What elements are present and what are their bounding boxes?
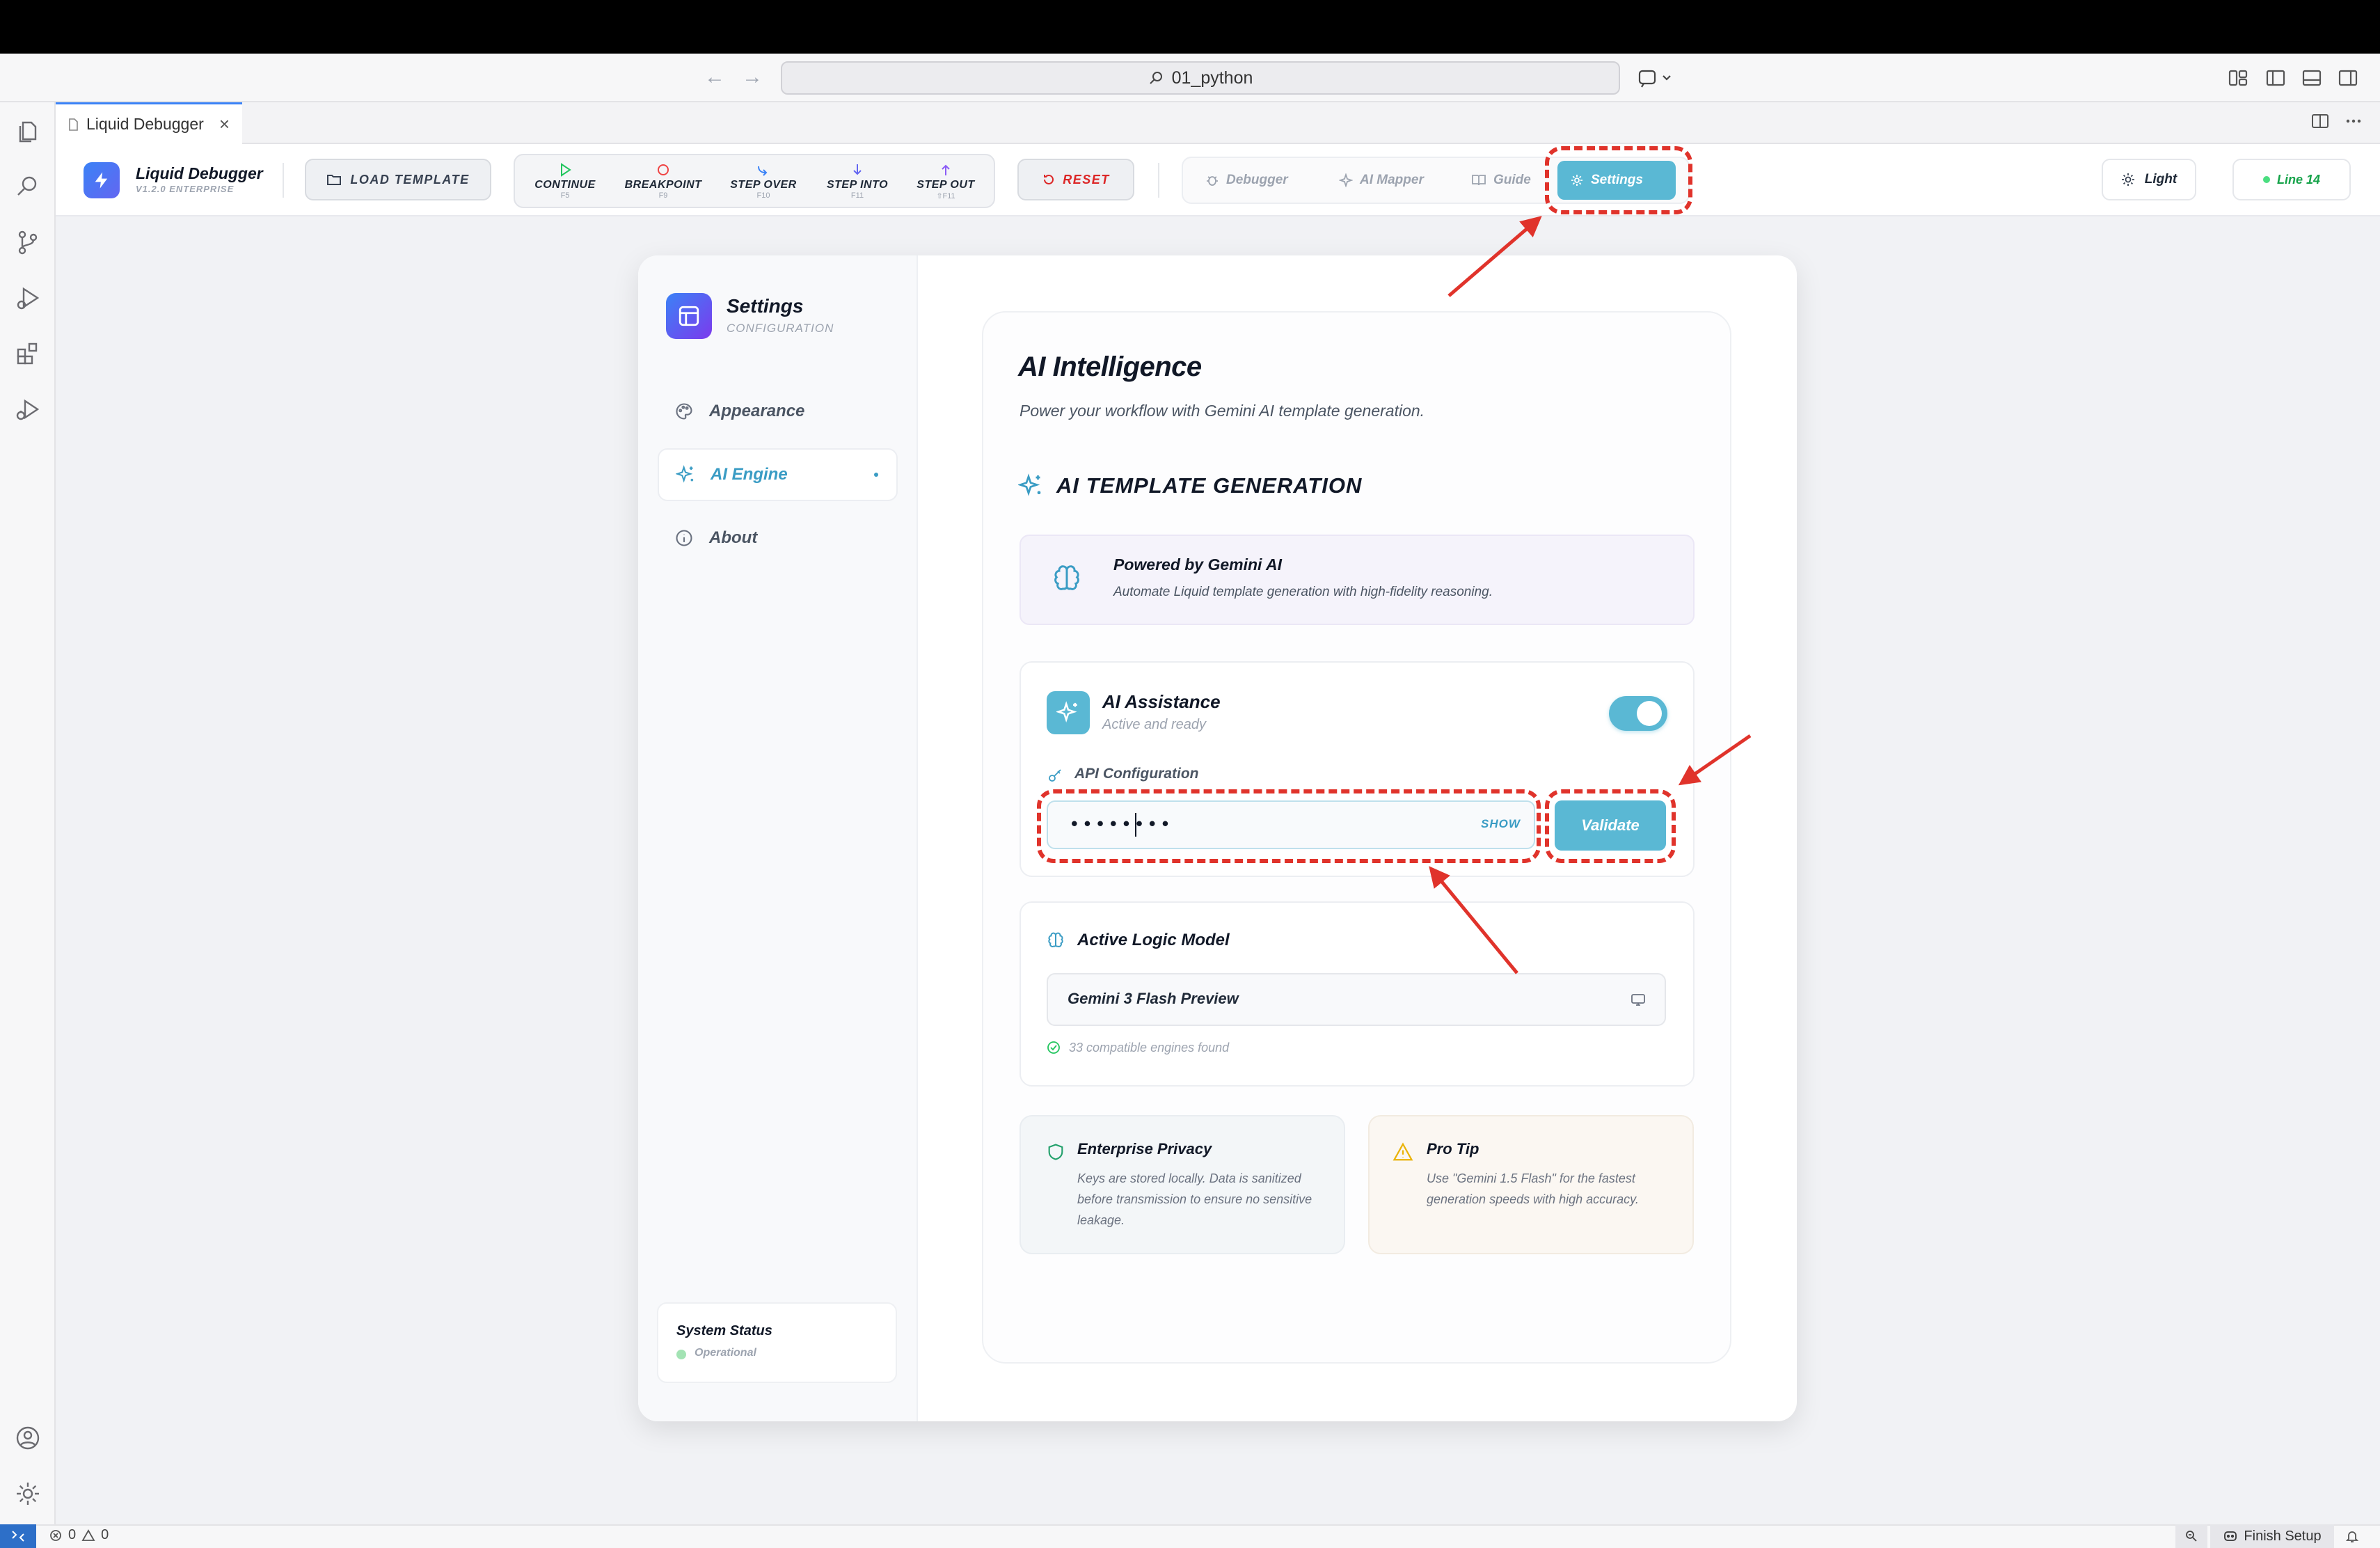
error-count: 0 [68, 1527, 77, 1542]
annotation-arrows [1429, 216, 1752, 974]
problems-indicator[interactable]: 0 0 [49, 1527, 109, 1543]
finish-setup-button[interactable]: Finish Setup [2210, 1524, 2334, 1548]
zoom-icon[interactable] [2175, 1524, 2207, 1548]
finish-setup-label: Finish Setup [2244, 1528, 2322, 1544]
status-bar [0, 1524, 2380, 1548]
annotation-arrow [1447, 216, 1542, 297]
warning-count: 0 [101, 1527, 109, 1542]
warning-icon [81, 1529, 95, 1541]
annotation-arrow [1678, 734, 1752, 786]
copilot-icon [2224, 1531, 2237, 1541]
error-icon [50, 1529, 61, 1541]
annotation-arrow [1429, 866, 1518, 974]
remote-indicator-icon[interactable] [0, 1524, 36, 1548]
notifications-bell-icon[interactable] [2338, 1524, 2366, 1548]
